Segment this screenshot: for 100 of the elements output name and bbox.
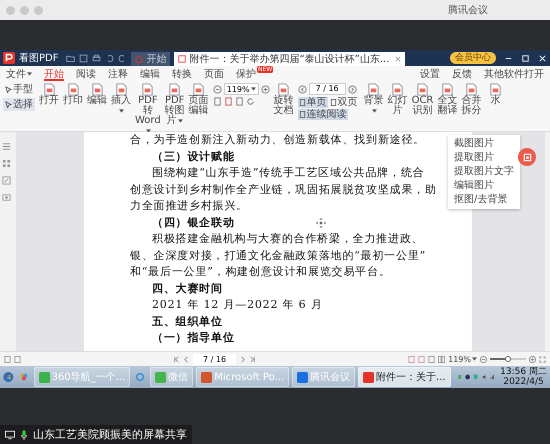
zoom-out-icon[interactable] — [480, 356, 487, 362]
file-tab[interactable]: 开始 — [131, 52, 170, 66]
taskbar-item[interactable]: 附件一：关于... — [358, 367, 451, 387]
caret-icon — [27, 72, 32, 76]
floating-action-button[interactable] — [518, 148, 536, 166]
section-heading: （三）设计赋能 — [151, 148, 235, 164]
paragraph-line: 围绕构建“山东手造”传统手工艺区域公共品牌，统合 — [151, 165, 424, 181]
menu-tab[interactable]: 文件 — [6, 66, 32, 81]
screen-share-icon[interactable] — [5, 430, 15, 440]
caret-icon — [472, 357, 477, 361]
page-icon — [330, 99, 337, 106]
fit-page-icon[interactable] — [212, 97, 222, 106]
file-tab[interactable]: 附件一：关于举办第四届“泰山设计杯”山东... — [174, 52, 406, 66]
zoom-in-icon[interactable] — [260, 84, 270, 94]
app-name: 看图PDF — [19, 52, 58, 65]
fit-page-icon[interactable] — [408, 356, 416, 362]
clock-date: 2022/4/5 — [503, 377, 544, 387]
grid-icon[interactable] — [2, 159, 11, 168]
cursor-mode-button[interactable]: 选择 — [3, 98, 35, 111]
pointer-icon — [5, 101, 12, 108]
app-logo-icon — [3, 52, 15, 64]
app-icon — [201, 372, 212, 382]
pencil-icon[interactable] — [2, 176, 11, 185]
caret-icon — [250, 87, 256, 91]
previous-page-icon[interactable] — [298, 84, 307, 94]
toolbar-button[interactable]: 插入 — [111, 83, 131, 116]
toolbar-button[interactable]: 编辑 — [87, 83, 107, 106]
zoom-in-icon[interactable] — [529, 356, 536, 362]
last-page-icon[interactable] — [249, 356, 256, 362]
cursor-mode-button[interactable]: 手型 — [3, 83, 35, 96]
app-icon — [363, 372, 374, 382]
page-field[interactable]: 7 / 16 — [193, 354, 236, 364]
toolbar-button[interactable]: OCR识别 — [412, 83, 434, 116]
toolbar-button[interactable]: PDF转图片 — [164, 83, 185, 126]
paragraph-line: 创意设计到乡村制作全产业链，巩固拓展脱贫攻坚成果，助 — [130, 182, 437, 198]
menu-item[interactable]: 提取图片 — [448, 151, 520, 165]
thumbnail-list-icon[interactable] — [2, 142, 11, 151]
toolbar-button[interactable]: 全文翻译 — [437, 83, 458, 116]
menu-item[interactable]: 截图图片 — [448, 137, 520, 151]
save-icon[interactable] — [79, 54, 88, 62]
share-label: 山东工艺美院顾振美的屏幕共享 — [33, 427, 187, 442]
app-icon — [38, 372, 50, 382]
menu-link[interactable]: 设置 — [420, 66, 440, 80]
undo-icon[interactable] — [105, 54, 114, 62]
folder-icon[interactable] — [66, 54, 76, 62]
toolbar-button[interactable]: 页面编辑 — [188, 83, 209, 116]
toolbar-button[interactable]: 打印 — [63, 83, 83, 106]
next-page-icon[interactable] — [239, 356, 246, 362]
menu-link[interactable]: 反馈 — [452, 66, 472, 80]
toolbar-button[interactable]: 合并拆分 — [461, 83, 482, 116]
toolbar-button[interactable]: 打开 — [39, 83, 59, 106]
paragraph-line: 积极搭建金融机构与大赛的合作桥梁，全力推进政、 — [151, 231, 424, 247]
section-heading: 五、组织单位 — [151, 314, 223, 330]
toolbar-button[interactable]: 幻灯片 — [388, 83, 408, 116]
menu-item[interactable]: 抠图/去背景 — [448, 193, 520, 207]
view-mode-button[interactable]: 连续阅读 — [298, 109, 348, 120]
next-page-icon[interactable] — [348, 84, 357, 94]
app-icon[interactable] — [20, 371, 28, 383]
zoom-out-icon[interactable] — [212, 84, 222, 94]
home-icon — [135, 55, 144, 63]
browser-icon[interactable] — [136, 371, 144, 383]
single-page-icon[interactable] — [428, 356, 436, 362]
fit-width-icon[interactable] — [418, 356, 426, 362]
paragraph-line: 力全面推进乡村振兴。 — [130, 198, 248, 214]
rotate-icon[interactable] — [246, 97, 255, 106]
menu-tab[interactable]: 开始 — [44, 66, 64, 81]
scrollbar[interactable] — [545, 132, 550, 351]
member-center-button[interactable]: 会员中心 — [450, 52, 496, 64]
menu-tab[interactable]: 页面 — [204, 66, 224, 81]
view-mode-button[interactable]: 双页 — [328, 97, 359, 108]
speaker-icon[interactable] — [482, 373, 487, 381]
previous-page-icon[interactable] — [183, 356, 190, 362]
section-heading: 四、大赛时间 — [151, 280, 223, 296]
menu-tab[interactable]: 阅读 — [76, 66, 96, 81]
menu-tab[interactable]: 编辑 — [140, 66, 160, 81]
toolbar-button[interactable]: 背景 — [364, 83, 384, 116]
start-button-icon[interactable] — [3, 369, 14, 385]
fullscreen-icon[interactable] — [539, 356, 546, 362]
image-icon — [522, 152, 532, 162]
paragraph-line: 合，为手造创新注入新动力、创造新载体、找到新途径。 — [130, 132, 425, 148]
menu-tab[interactable]: 注释 — [108, 66, 128, 81]
menu-item[interactable]: 提取图片文字 — [448, 165, 520, 179]
zoom-dropdown[interactable]: 119% — [448, 354, 477, 364]
zoom-field[interactable]: 119% — [224, 83, 259, 95]
toolbar-button[interactable]: 水 — [485, 83, 506, 106]
first-page-icon[interactable] — [173, 356, 180, 362]
view-mode-button[interactable]: 单页 — [298, 97, 328, 108]
caret-icon — [178, 119, 183, 123]
attachment-icon[interactable] — [2, 193, 11, 202]
double-page-icon[interactable] — [438, 356, 446, 362]
microphone-icon[interactable] — [19, 430, 29, 440]
print-icon[interactable] — [92, 54, 102, 62]
fit-width-icon[interactable] — [224, 97, 233, 106]
menu-tab[interactable]: 转换 — [172, 66, 192, 81]
toolbar-button[interactable]: 旋转文档 — [274, 83, 294, 116]
page-field[interactable]: 7 / 16 — [308, 83, 346, 95]
menu-link[interactable]: 其他软件打开 — [484, 66, 544, 80]
menu-item[interactable]: 编辑图片 — [448, 179, 520, 193]
network-icon[interactable] — [490, 373, 496, 381]
actual-size-icon[interactable] — [234, 97, 244, 106]
